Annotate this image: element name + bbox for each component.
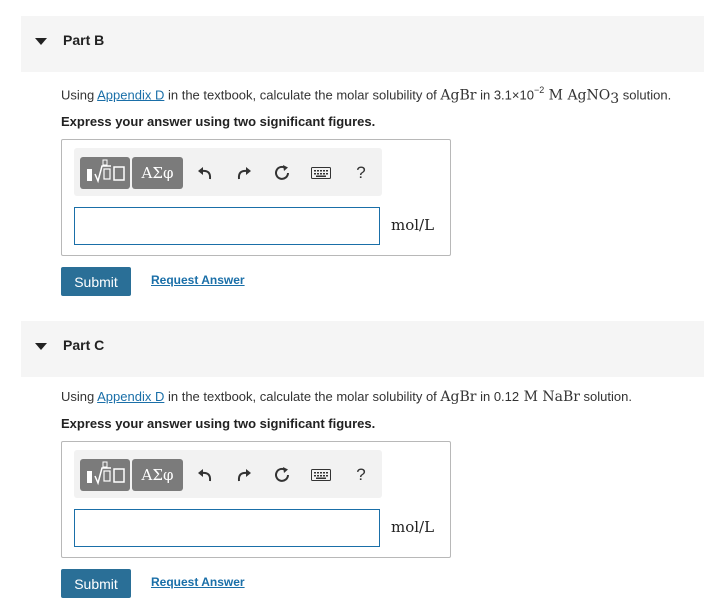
keyboard-icon[interactable] [309,162,333,184]
instruction-text: Express your answer using two significan… [61,416,376,431]
part-c-header[interactable]: Part C [21,321,704,377]
answer-input[interactable] [74,207,380,245]
keyboard-icon[interactable] [309,464,333,486]
appendix-d-link[interactable]: Appendix D [97,87,164,102]
reset-icon[interactable] [271,162,293,184]
units-label: mol/L [391,216,435,234]
question-text: Using Appendix D in the textbook, calcul… [61,85,672,107]
answer-box: ΑΣφ ? mol/L [61,441,451,558]
collapse-caret-icon[interactable] [35,343,47,350]
redo-icon[interactable] [232,464,254,486]
redo-icon[interactable] [232,162,254,184]
templates-icon [87,461,125,486]
instruction-text: Express your answer using two significan… [61,114,376,129]
collapse-caret-icon[interactable] [35,38,47,45]
appendix-d-link[interactable]: Appendix D [97,389,164,404]
part-title: Part B [63,32,105,48]
math-toolbar: ΑΣφ ? [74,148,382,196]
submit-button[interactable]: Submit [61,267,131,296]
templates-button[interactable] [80,157,130,189]
part-title: Part C [63,337,105,353]
help-icon[interactable]: ? [350,162,372,184]
submit-button[interactable]: Submit [61,569,131,598]
help-icon[interactable]: ? [350,464,372,486]
undo-icon[interactable] [195,464,217,486]
units-label: mol/L [391,518,435,536]
greek-symbols-button[interactable]: ΑΣφ [132,157,183,189]
part-b-header[interactable]: Part B [21,16,704,72]
answer-input[interactable] [74,509,380,547]
math-toolbar: ΑΣφ ? [74,450,382,498]
answer-box: ΑΣφ ? mol/L [61,139,451,256]
undo-icon[interactable] [195,162,217,184]
greek-symbols-button[interactable]: ΑΣφ [132,459,183,491]
reset-icon[interactable] [271,464,293,486]
templates-icon [87,159,125,184]
templates-button[interactable] [80,459,130,491]
question-text: Using Appendix D in the textbook, calcul… [61,389,632,405]
request-answer-link[interactable]: Request Answer [151,575,245,589]
request-answer-link[interactable]: Request Answer [151,273,245,287]
